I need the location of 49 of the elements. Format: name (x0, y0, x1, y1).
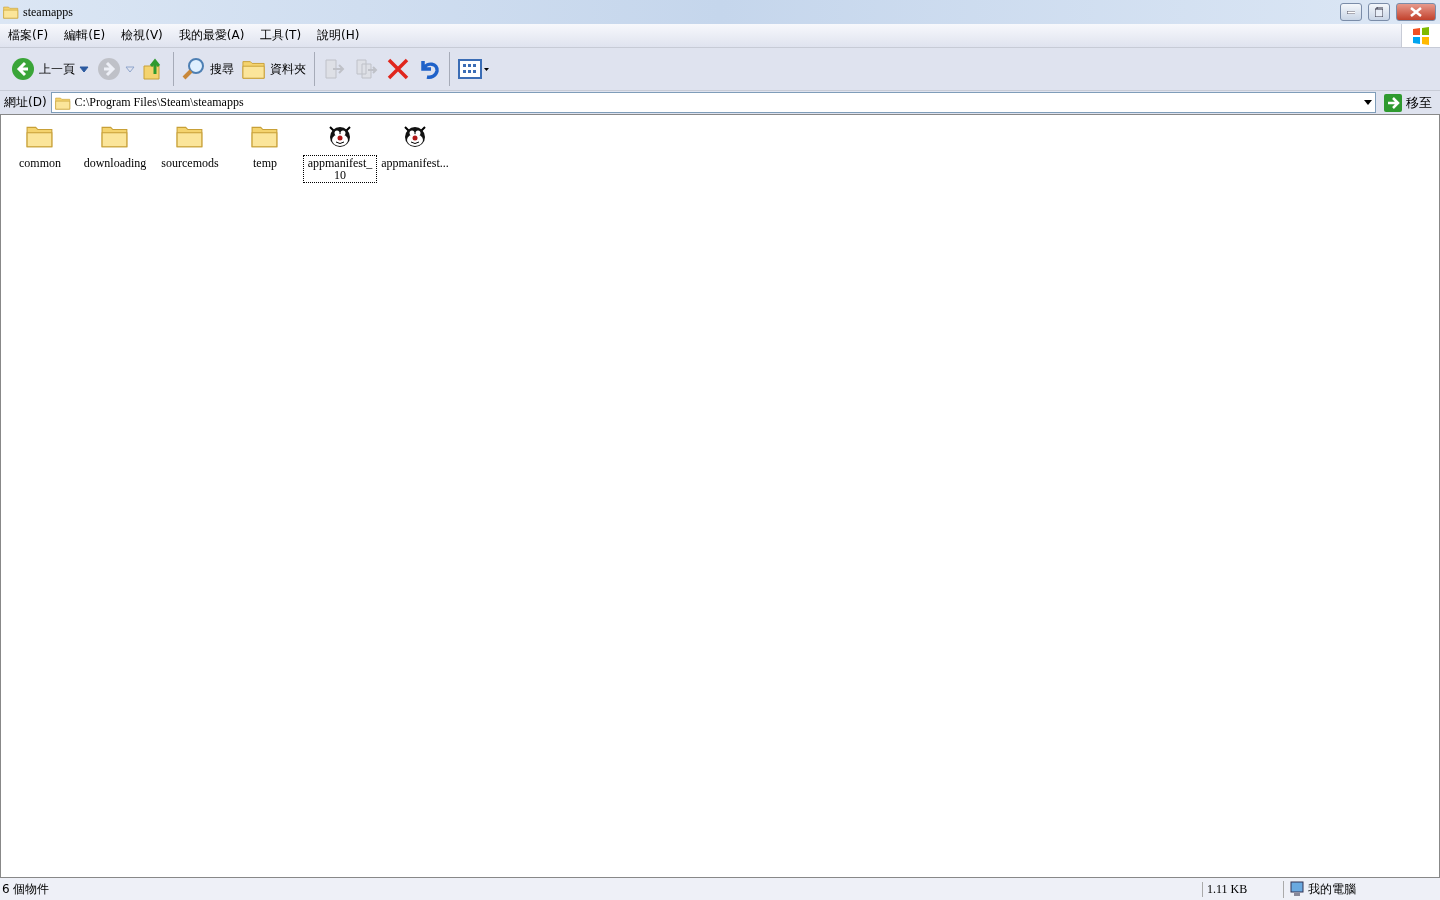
cartoon-cat-icon (327, 123, 353, 149)
folder-icon (54, 95, 71, 110)
menu-item[interactable]: 檢視(V) (113, 25, 171, 46)
file-item[interactable]: common (3, 123, 77, 171)
views-icon (458, 59, 490, 79)
computer-icon (1290, 881, 1304, 897)
address-field[interactable]: C:\Program Files\Steam\steamapps (50, 92, 1376, 113)
status-zone: 我的電腦 (1308, 880, 1356, 898)
back-button[interactable]: 上一頁 (8, 54, 92, 84)
search-icon (182, 57, 206, 81)
file-item[interactable]: sourcemods (153, 123, 227, 171)
file-item[interactable]: appmanifest... (378, 123, 452, 171)
file-name: temp (252, 155, 278, 171)
menu-item[interactable]: 我的最愛(A) (170, 25, 253, 46)
address-label: 網址(D) (4, 94, 47, 111)
file-name: appmanifest_10 (303, 155, 377, 183)
folder-icon (3, 5, 19, 19)
go-button[interactable]: 移至 (1380, 93, 1436, 112)
search-button[interactable]: 搜尋 (179, 54, 237, 84)
go-arrow-icon (1384, 93, 1402, 112)
caret-icon (79, 65, 89, 73)
move-icon (323, 58, 347, 80)
file-name: downloading (82, 155, 148, 171)
menu-item[interactable]: 檔案(F) (0, 25, 57, 46)
copy-icon (355, 58, 379, 80)
file-item[interactable]: temp (228, 123, 302, 171)
close-button[interactable] (1396, 3, 1436, 21)
file-name: common (18, 155, 62, 171)
menu-item[interactable]: 工具(T) (252, 25, 310, 46)
window-title: steamapps (23, 4, 74, 20)
cartoon-cat-icon (402, 123, 428, 149)
restore-icon (1375, 7, 1383, 17)
minimize-icon (1347, 10, 1355, 14)
caret-icon (125, 65, 135, 73)
close-icon (1410, 7, 1422, 17)
menu-item[interactable]: 編輯(E) (56, 25, 114, 46)
status-text: 6 個物件 (1, 880, 51, 898)
dropdown-caret-icon (1364, 100, 1372, 105)
status-size: 1.11 KB (1202, 881, 1283, 897)
restore-button[interactable] (1368, 3, 1390, 21)
file-name: appmanifest... (380, 155, 450, 171)
menu-item[interactable]: 說明(H) (309, 25, 368, 46)
minimize-button[interactable] (1340, 3, 1362, 21)
folder-icon (242, 58, 266, 80)
file-item[interactable]: appmanifest_10 (303, 123, 377, 183)
file-item[interactable]: downloading (78, 123, 152, 171)
delete-icon (387, 58, 409, 80)
file-name: sourcemods (160, 155, 220, 171)
folders-button[interactable]: 資料夾 (239, 55, 309, 83)
